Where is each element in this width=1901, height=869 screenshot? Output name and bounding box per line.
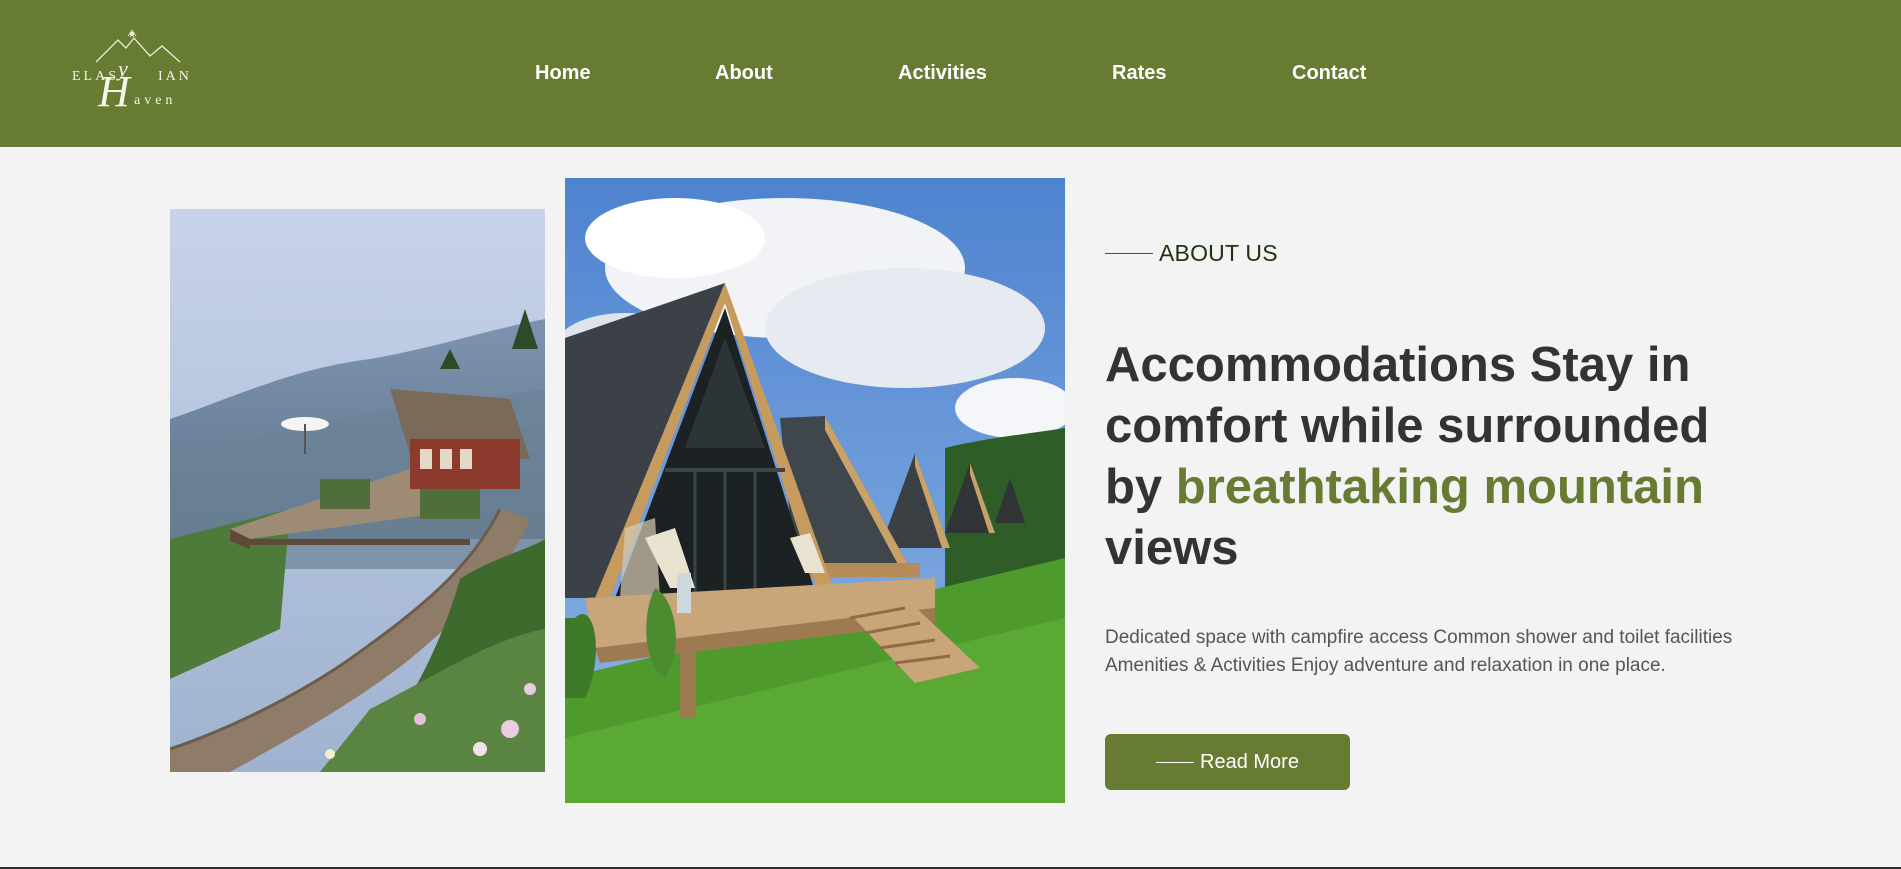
deck-boardwalk-photo: [170, 209, 545, 772]
site-header: ELAS y IAN H aven Home About Activities …: [0, 0, 1901, 147]
nav-contact[interactable]: Contact: [1292, 62, 1366, 85]
a-frame-cabins-photo: [565, 178, 1065, 803]
eyebrow-divider: [1105, 253, 1153, 254]
site-logo[interactable]: ELAS y IAN H aven: [70, 26, 206, 116]
about-eyebrow-label: ABOUT US: [1159, 240, 1278, 266]
nav-home[interactable]: Home: [535, 62, 591, 85]
about-description: Dedicated space with campfire access Com…: [1105, 627, 1733, 676]
logo-text-right: IAN: [158, 69, 192, 84]
about-eyebrow: ABOUT US: [1105, 240, 1278, 267]
nav-about[interactable]: About: [715, 62, 773, 85]
read-more-label: Read More: [1200, 750, 1299, 773]
read-more-button[interactable]: Read More: [1105, 734, 1350, 790]
logo-graphic: ELAS y IAN H aven: [72, 29, 192, 116]
headline-text-end: views: [1105, 521, 1239, 575]
logo-letter-h: H: [97, 67, 132, 112]
logo-text-bottom: aven: [134, 93, 176, 108]
button-divider: [1156, 761, 1195, 763]
nav-activities[interactable]: Activities: [898, 62, 987, 85]
about-headline: Accommodations Stay in comfort while sur…: [1105, 335, 1765, 579]
headline-accent: breathtaking mountain: [1175, 460, 1704, 514]
nav-rates[interactable]: Rates: [1112, 62, 1166, 85]
